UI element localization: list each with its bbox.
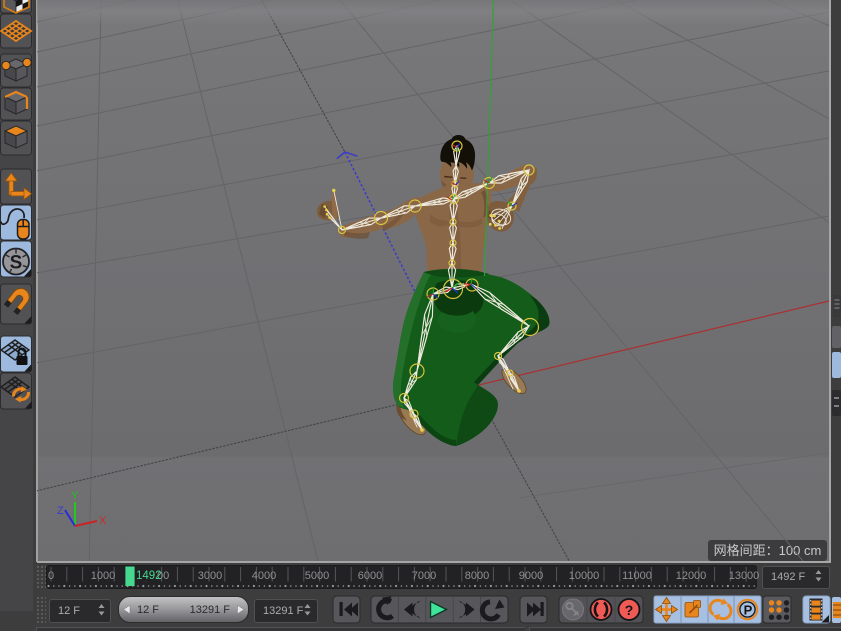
svg-text:6000: 6000 <box>358 570 382 582</box>
svg-text:Z: Z <box>57 505 64 517</box>
svg-text:3000: 3000 <box>198 570 222 582</box>
svg-text:5000: 5000 <box>305 570 329 582</box>
svg-text:10000: 10000 <box>569 570 600 582</box>
svg-text:0: 0 <box>48 570 54 582</box>
svg-text:1000: 1000 <box>91 570 115 582</box>
svg-text:X: X <box>99 515 107 527</box>
svg-text:S: S <box>10 253 23 274</box>
svg-text:4000: 4000 <box>252 570 276 582</box>
svg-text:12000: 12000 <box>676 570 707 582</box>
svg-text:?: ? <box>625 602 634 618</box>
svg-text:Y: Y <box>71 490 79 502</box>
svg-text:11000: 11000 <box>622 570 652 582</box>
svg-text:8000: 8000 <box>465 570 489 582</box>
svg-text:9000: 9000 <box>519 570 543 582</box>
svg-text:7000: 7000 <box>412 570 436 582</box>
svg-text:13000: 13000 <box>729 570 760 582</box>
svg-text:P: P <box>744 603 753 618</box>
svg-text:1492: 1492 <box>136 570 162 582</box>
